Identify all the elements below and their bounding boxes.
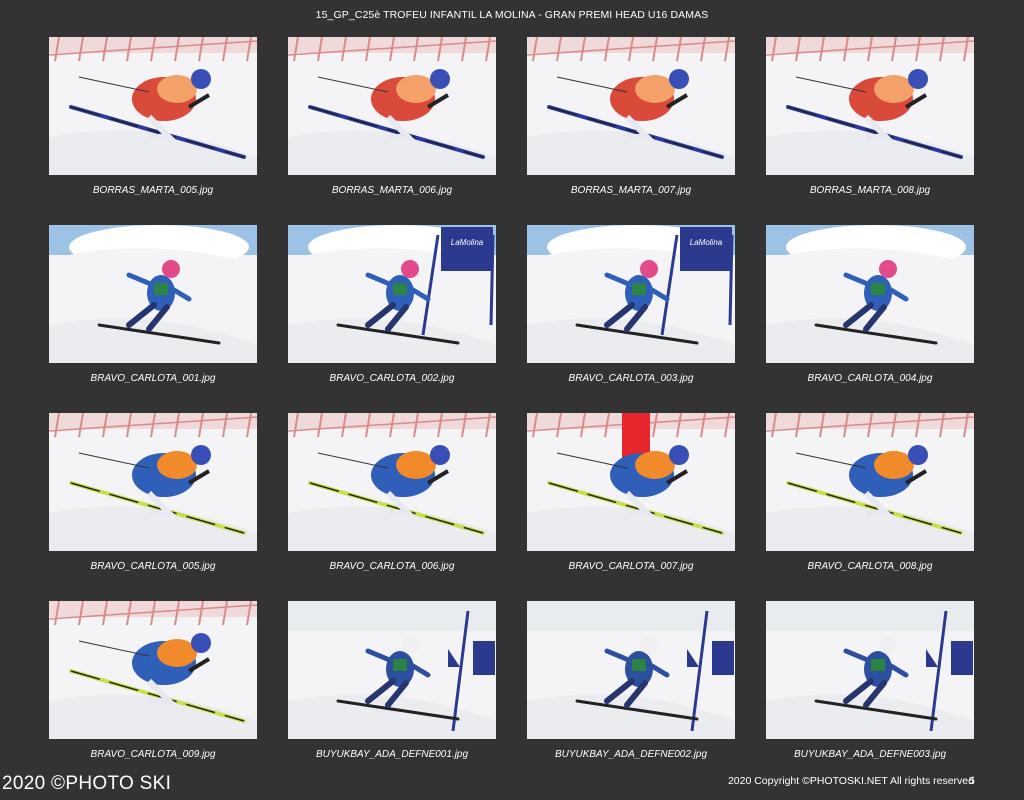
- photo-thumbnail[interactable]: [766, 413, 974, 551]
- photo-thumbnail[interactable]: [527, 37, 735, 175]
- copyright-notice: 2020 Copyright ©PHOTOSKI.NET All rights …: [727, 775, 974, 787]
- photo-filename: BRAVO_CARLOTA_005.jpg: [90, 561, 216, 572]
- photo-thumbnail-cell[interactable]: BRAVO_CARLOTA_009.jpg: [49, 601, 257, 789]
- photo-thumbnail[interactable]: LaMolina: [527, 225, 735, 363]
- photo-filename: BRAVO_CARLOTA_001.jpg: [90, 373, 216, 384]
- photo-thumbnail[interactable]: [288, 37, 496, 175]
- photo-filename: BRAVO_CARLOTA_007.jpg: [568, 561, 694, 572]
- skier-photo: [49, 601, 257, 739]
- skier-photo: LaMolina: [288, 225, 496, 363]
- skier-photo: [527, 601, 735, 739]
- photo-filename: BUYUKBAY_ADA_DEFNE003.jpg: [793, 749, 947, 760]
- skier-photo: [766, 225, 974, 363]
- photo-filename: BORRAS_MARTA_006.jpg: [331, 185, 453, 196]
- photo-thumbnail-cell[interactable]: BRAVO_CARLOTA_006.jpg: [288, 413, 496, 601]
- contact-sheet-grid: BORRAS_MARTA_005.jpg BORRAS_MARTA_006.jpg…: [49, 37, 974, 789]
- page-title: 15_GP_C25è TROFEU INFANTIL LA MOLINA - G…: [315, 9, 709, 21]
- photo-thumbnail-cell[interactable]: BRAVO_CARLOTA_007.jpg: [527, 413, 735, 601]
- skier-photo: LaMolina: [527, 225, 735, 363]
- photo-thumbnail[interactable]: [49, 37, 257, 175]
- photo-thumbnail[interactable]: [766, 601, 974, 739]
- skier-photo: [527, 37, 735, 175]
- skier-photo: [766, 37, 974, 175]
- skier-photo: [766, 413, 974, 551]
- photo-thumbnail-cell[interactable]: BRAVO_CARLOTA_001.jpg: [49, 225, 257, 413]
- photo-thumbnail-cell[interactable]: LaMolina BRAVO_CARLOTA_002.jpg: [288, 225, 496, 413]
- photo-thumbnail-cell[interactable]: BUYUKBAY_ADA_DEFNE003.jpg: [766, 601, 974, 789]
- photo-filename: BORRAS_MARTA_008.jpg: [809, 185, 931, 196]
- photo-thumbnail[interactable]: LaMolina: [288, 225, 496, 363]
- skier-photo: [766, 601, 974, 739]
- watermark: 2020 ©PHOTO SKI: [2, 773, 172, 794]
- photo-thumbnail-cell[interactable]: BRAVO_CARLOTA_004.jpg: [766, 225, 974, 413]
- skier-photo: [49, 413, 257, 551]
- skier-photo: [49, 225, 257, 363]
- photo-filename: BUYUKBAY_ADA_DEFNE001.jpg: [315, 749, 469, 760]
- skier-photo: [288, 37, 496, 175]
- skier-photo: [527, 413, 735, 551]
- photo-thumbnail-cell[interactable]: BORRAS_MARTA_005.jpg: [49, 37, 257, 225]
- photo-thumbnail[interactable]: [49, 413, 257, 551]
- photo-filename: BRAVO_CARLOTA_006.jpg: [329, 561, 455, 572]
- photo-thumbnail[interactable]: [527, 601, 735, 739]
- svg-text:LaMolina: LaMolina: [451, 238, 484, 247]
- photo-filename: BRAVO_CARLOTA_004.jpg: [807, 373, 933, 384]
- photo-thumbnail-cell[interactable]: BORRAS_MARTA_008.jpg: [766, 37, 974, 225]
- photo-thumbnail[interactable]: [766, 225, 974, 363]
- photo-thumbnail-cell[interactable]: BRAVO_CARLOTA_008.jpg: [766, 413, 974, 601]
- photo-filename: BRAVO_CARLOTA_009.jpg: [90, 749, 216, 760]
- photo-thumbnail[interactable]: [288, 413, 496, 551]
- photo-filename: BRAVO_CARLOTA_002.jpg: [329, 373, 455, 384]
- photo-thumbnail[interactable]: [288, 601, 496, 739]
- skier-photo: [288, 413, 496, 551]
- skier-photo: [288, 601, 496, 739]
- skier-photo: [49, 37, 257, 175]
- photo-thumbnail[interactable]: [766, 37, 974, 175]
- photo-thumbnail-cell[interactable]: BUYUKBAY_ADA_DEFNE001.jpg: [288, 601, 496, 789]
- photo-filename: BRAVO_CARLOTA_008.jpg: [807, 561, 933, 572]
- photo-thumbnail-cell[interactable]: BUYUKBAY_ADA_DEFNE002.jpg: [527, 601, 735, 789]
- photo-filename: BUYUKBAY_ADA_DEFNE002.jpg: [554, 749, 708, 760]
- photo-thumbnail-cell[interactable]: LaMolina BRAVO_CARLOTA_003.jpg: [527, 225, 735, 413]
- svg-text:LaMolina: LaMolina: [690, 238, 723, 247]
- photo-thumbnail-cell[interactable]: BORRAS_MARTA_006.jpg: [288, 37, 496, 225]
- photo-filename: BORRAS_MARTA_007.jpg: [570, 185, 692, 196]
- photo-filename: BORRAS_MARTA_005.jpg: [92, 185, 214, 196]
- photo-thumbnail[interactable]: [527, 413, 735, 551]
- photo-filename: BRAVO_CARLOTA_003.jpg: [568, 373, 694, 384]
- photo-thumbnail[interactable]: [49, 601, 257, 739]
- photo-thumbnail-cell[interactable]: BRAVO_CARLOTA_005.jpg: [49, 413, 257, 601]
- photo-thumbnail[interactable]: [49, 225, 257, 363]
- photo-thumbnail-cell[interactable]: BORRAS_MARTA_007.jpg: [527, 37, 735, 225]
- page-number: 5: [969, 775, 975, 787]
